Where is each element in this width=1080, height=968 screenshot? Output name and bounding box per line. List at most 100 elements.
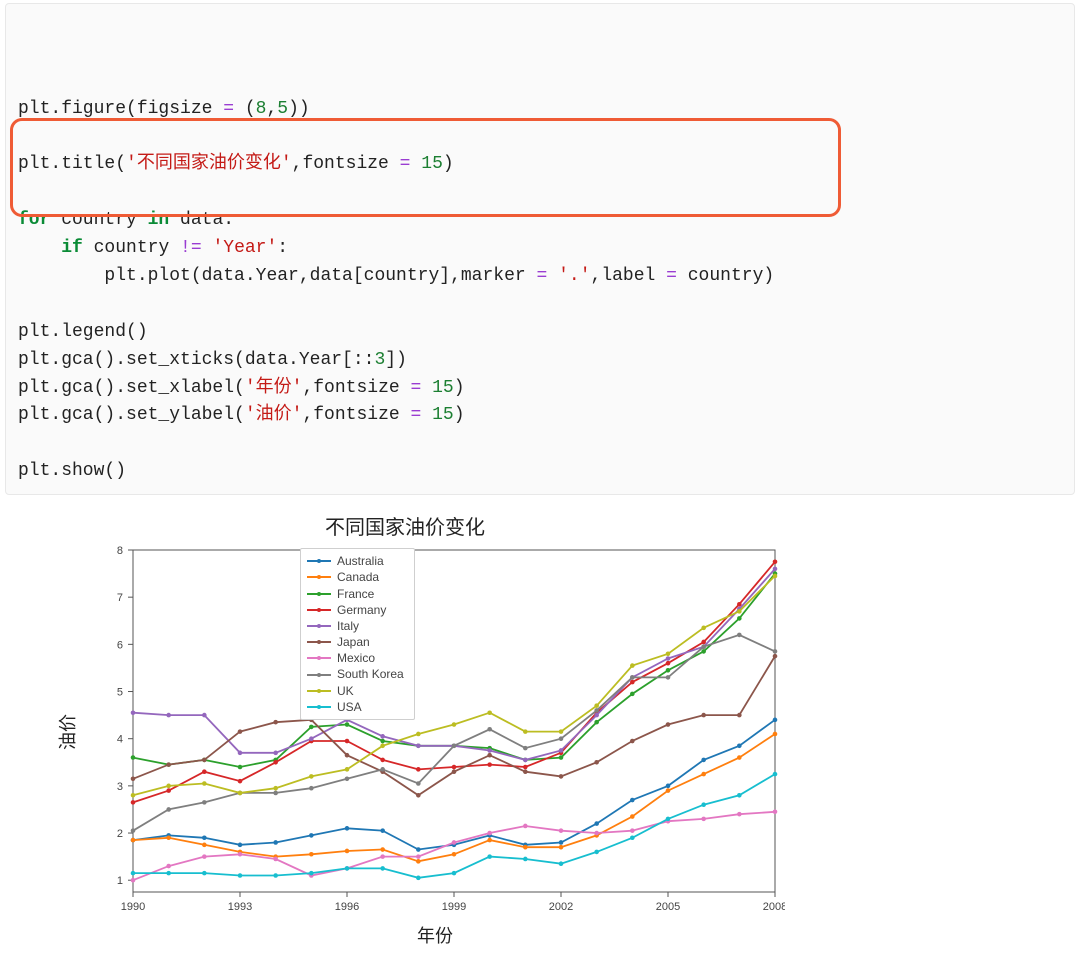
series-marker [238,779,243,784]
code-token: != [180,238,202,258]
series-marker [773,567,778,572]
series-marker [202,836,207,841]
code-token: plt.gca().set_xticks(data.Year[:: [18,350,374,370]
legend-label: Mexico [337,650,375,666]
series-marker [309,786,314,791]
code-token: ,fontsize [302,378,410,398]
legend-label: USA [337,699,362,715]
series-marker [416,744,421,749]
legend-item: France [307,586,404,602]
code-line: plt.legend() [18,319,1062,347]
series-marker [630,829,635,834]
x-tick-label: 2002 [549,901,573,913]
series-marker [666,668,671,673]
series-marker [523,857,528,862]
series-marker [630,836,635,841]
series-marker [559,862,564,867]
series-marker [131,829,136,834]
legend-item: USA [307,699,404,715]
series-marker [666,661,671,666]
series-marker [416,854,421,859]
legend-label: UK [337,683,354,699]
series-marker [345,739,350,744]
series-marker [630,814,635,819]
series-marker [380,767,385,772]
code-token: = [536,266,547,286]
series-marker [737,713,742,718]
series-marker [594,760,599,765]
series-marker [630,798,635,803]
series-marker [380,758,385,763]
series-marker [380,829,385,834]
series-marker [273,857,278,862]
series-marker [452,722,457,727]
code-token [421,405,432,425]
series-marker [345,767,350,772]
series-marker [131,800,136,805]
series-marker [666,722,671,727]
series-marker [559,755,564,760]
code-token: ,fontsize [302,405,410,425]
code-token: = [223,99,234,119]
series-marker [166,784,171,789]
series-marker [594,713,599,718]
y-tick-label: 7 [117,592,123,604]
code-line [18,430,1062,458]
series-marker [380,739,385,744]
code-highlight-box [10,118,841,218]
series-marker [416,732,421,737]
series-marker [487,762,492,767]
series-marker [559,840,564,845]
series-marker [559,729,564,734]
series-marker [666,817,671,822]
series-marker [166,713,171,718]
plot-stage: 199019931996199920022005200812345678 油价 … [85,542,785,922]
series-marker [773,732,778,737]
series-marker [630,680,635,685]
series-marker [773,810,778,815]
series-marker [701,649,706,654]
legend-item: Australia [307,553,404,569]
series-marker [523,770,528,775]
code-line: plt.plot(data.Year,data[country],marker … [18,263,1062,291]
series-marker [131,755,136,760]
series-marker [166,864,171,869]
series-marker [309,737,314,742]
series-marker [452,770,457,775]
y-tick-label: 3 [117,781,123,793]
series-marker [380,744,385,749]
x-tick-label: 1999 [442,901,466,913]
series-marker [701,803,706,808]
series-marker [773,772,778,777]
series-marker [166,836,171,841]
legend-swatch [307,641,331,643]
series-marker [345,753,350,758]
code-token: 15 [432,405,454,425]
series-marker [701,713,706,718]
code-token: plt.plot(data.Year,data[country],marker [18,266,536,286]
code-line: plt.show() [18,458,1062,486]
series-marker [523,746,528,751]
series-marker [416,876,421,881]
code-block: plt.figure(figsize = (8,5)) plt.title('不… [5,3,1075,495]
series-marker [202,871,207,876]
code-token: plt.show() [18,461,126,481]
series-marker [559,845,564,850]
code-line [18,291,1062,319]
series-marker [166,871,171,876]
series-marker [737,633,742,638]
code-token: : [277,238,288,258]
series-marker [666,675,671,680]
legend-item: Canada [307,569,404,585]
series-marker [202,843,207,848]
legend-label: Canada [337,569,379,585]
code-token [547,266,558,286]
series-marker [309,725,314,730]
series-marker [166,762,171,767]
series-marker [238,873,243,878]
legend-swatch [307,593,331,595]
legend-swatch [307,674,331,676]
series-marker [238,729,243,734]
series-marker [701,758,706,763]
series-marker [273,751,278,756]
